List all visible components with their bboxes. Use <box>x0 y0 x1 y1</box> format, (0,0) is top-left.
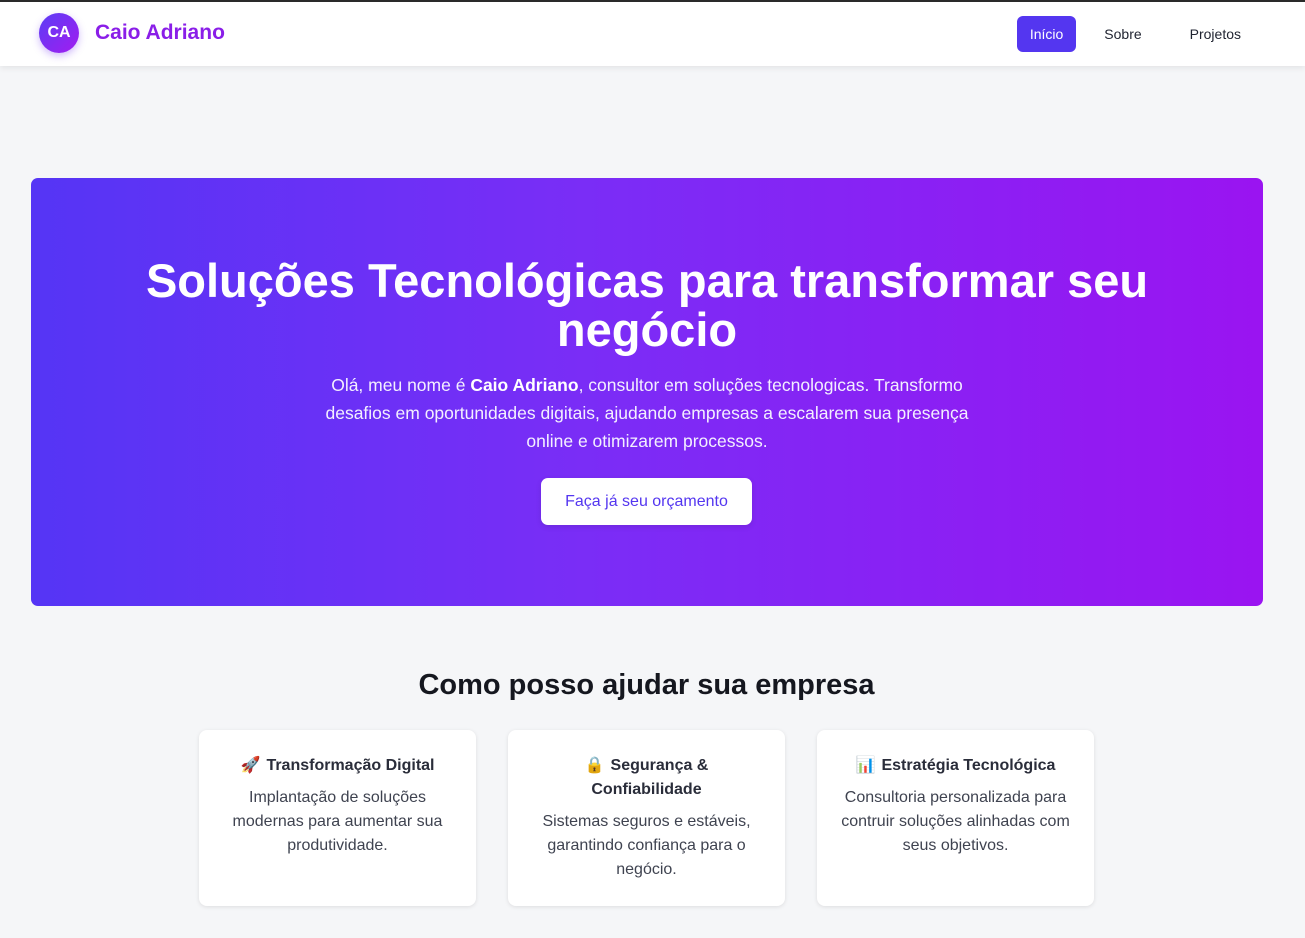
service-card-title-text: Estratégia Tecnológica <box>881 757 1056 774</box>
nav-item-inicio[interactable]: Início <box>1016 16 1077 52</box>
brand-name: Caio Adriano <box>95 21 225 44</box>
main-nav: Início Sobre Projetos <box>1016 16 1261 52</box>
hero-intro-name: Caio Adriano <box>470 375 579 395</box>
service-card-title: 🔒 Segurança & Confiabilidade <box>532 754 761 802</box>
site-header: CA Caio Adriano Início Sobre Projetos <box>0 2 1305 66</box>
chart-icon: 📊 <box>855 757 876 774</box>
hero-intro-before: Olá, meu nome é <box>331 375 471 395</box>
service-card-title-text: Segurança & Confiabilidade <box>591 757 709 798</box>
hero-title: Soluções Tecnológicas para transformar s… <box>145 254 1149 356</box>
lock-icon: 🔒 <box>584 757 605 774</box>
quote-button[interactable]: Faça já seu orçamento <box>541 478 752 525</box>
service-card: 🚀 Transformação Digital Implantação de so… <box>199 730 476 906</box>
hero-banner: Soluções Tecnológicas para transformar s… <box>31 178 1263 606</box>
service-card-text: Consultoria personalizada para contruir … <box>841 789 1070 854</box>
nav-item-projetos[interactable]: Projetos <box>1170 16 1261 52</box>
avatar: CA <box>39 13 79 53</box>
service-card: 🔒 Segurança & Confiabilidade Sistemas seg… <box>508 730 785 906</box>
rocket-icon: 🚀 <box>240 757 261 774</box>
brand[interactable]: CA Caio Adriano <box>39 13 225 53</box>
hero-intro: Olá, meu nome é Caio Adriano, consultor … <box>307 371 987 455</box>
service-card-title-text: Transformação Digital <box>266 757 435 774</box>
services-title: Como posso ajudar sua empresa <box>418 669 875 701</box>
service-card-title: 🚀 Transformação Digital <box>223 754 452 778</box>
nav-item-sobre[interactable]: Sobre <box>1084 16 1161 52</box>
services-cards: 🚀 Transformação Digital Implantação de so… <box>199 730 1094 906</box>
service-card-title: 📊 Estratégia Tecnológica <box>841 754 1070 778</box>
service-card-text: Sistemas seguros e estáveis, garantindo … <box>542 813 751 878</box>
service-card-text: Implantação de soluções modernas para au… <box>232 789 443 854</box>
service-card: 📊 Estratégia Tecnológica Consultoria pers… <box>817 730 1094 906</box>
